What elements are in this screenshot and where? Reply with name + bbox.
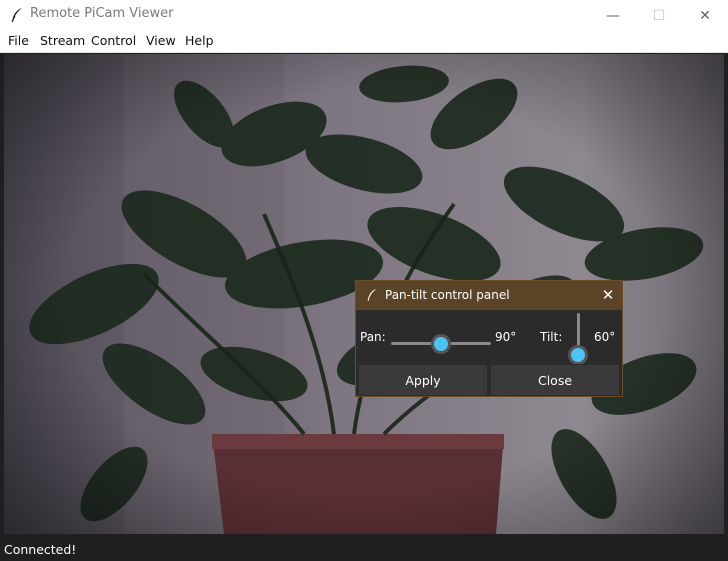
close-window-button[interactable]: ✕ [682,0,728,31]
pan-value: 90° [495,330,517,344]
dialog-titlebar[interactable]: Pan-tilt control panel ✕ [356,281,622,310]
menu-control[interactable]: Control [91,33,136,48]
close-button[interactable]: Close [490,364,620,396]
minimize-button[interactable]: — [590,0,636,31]
menu-file[interactable]: File [8,33,29,48]
tilt-label: Tilt: [540,330,563,344]
tilt-value: 60° [594,330,616,344]
tilt-slider-knob[interactable] [568,345,588,365]
dialog-body: Pan: 90° Tilt: 60° Apply Close [356,310,622,396]
menu-view[interactable]: View [146,33,176,48]
feather-icon [11,8,22,23]
apply-button[interactable]: Apply [358,364,488,396]
status-bar: Connected! [0,538,728,561]
menu-stream[interactable]: Stream [40,33,85,48]
pan-slider-knob[interactable] [431,334,451,354]
dialog-title: Pan-tilt control panel [385,288,510,302]
pan-label: Pan: [360,330,386,344]
menu-help[interactable]: Help [185,33,214,48]
maximize-button[interactable]: ☐ [636,0,682,31]
menu-bar: File Stream Control View Help [0,31,728,53]
feather-icon [367,288,377,302]
status-text: Connected! [4,542,77,557]
window-titlebar: Remote PiCam Viewer — ☐ ✕ [0,0,728,31]
pan-tilt-dialog: Pan-tilt control panel ✕ Pan: 90° Tilt: … [355,280,623,397]
dialog-close-icon[interactable]: ✕ [598,285,618,305]
window-title: Remote PiCam Viewer [30,6,174,21]
pan-slider[interactable] [391,334,491,354]
tilt-slider[interactable] [568,313,588,365]
